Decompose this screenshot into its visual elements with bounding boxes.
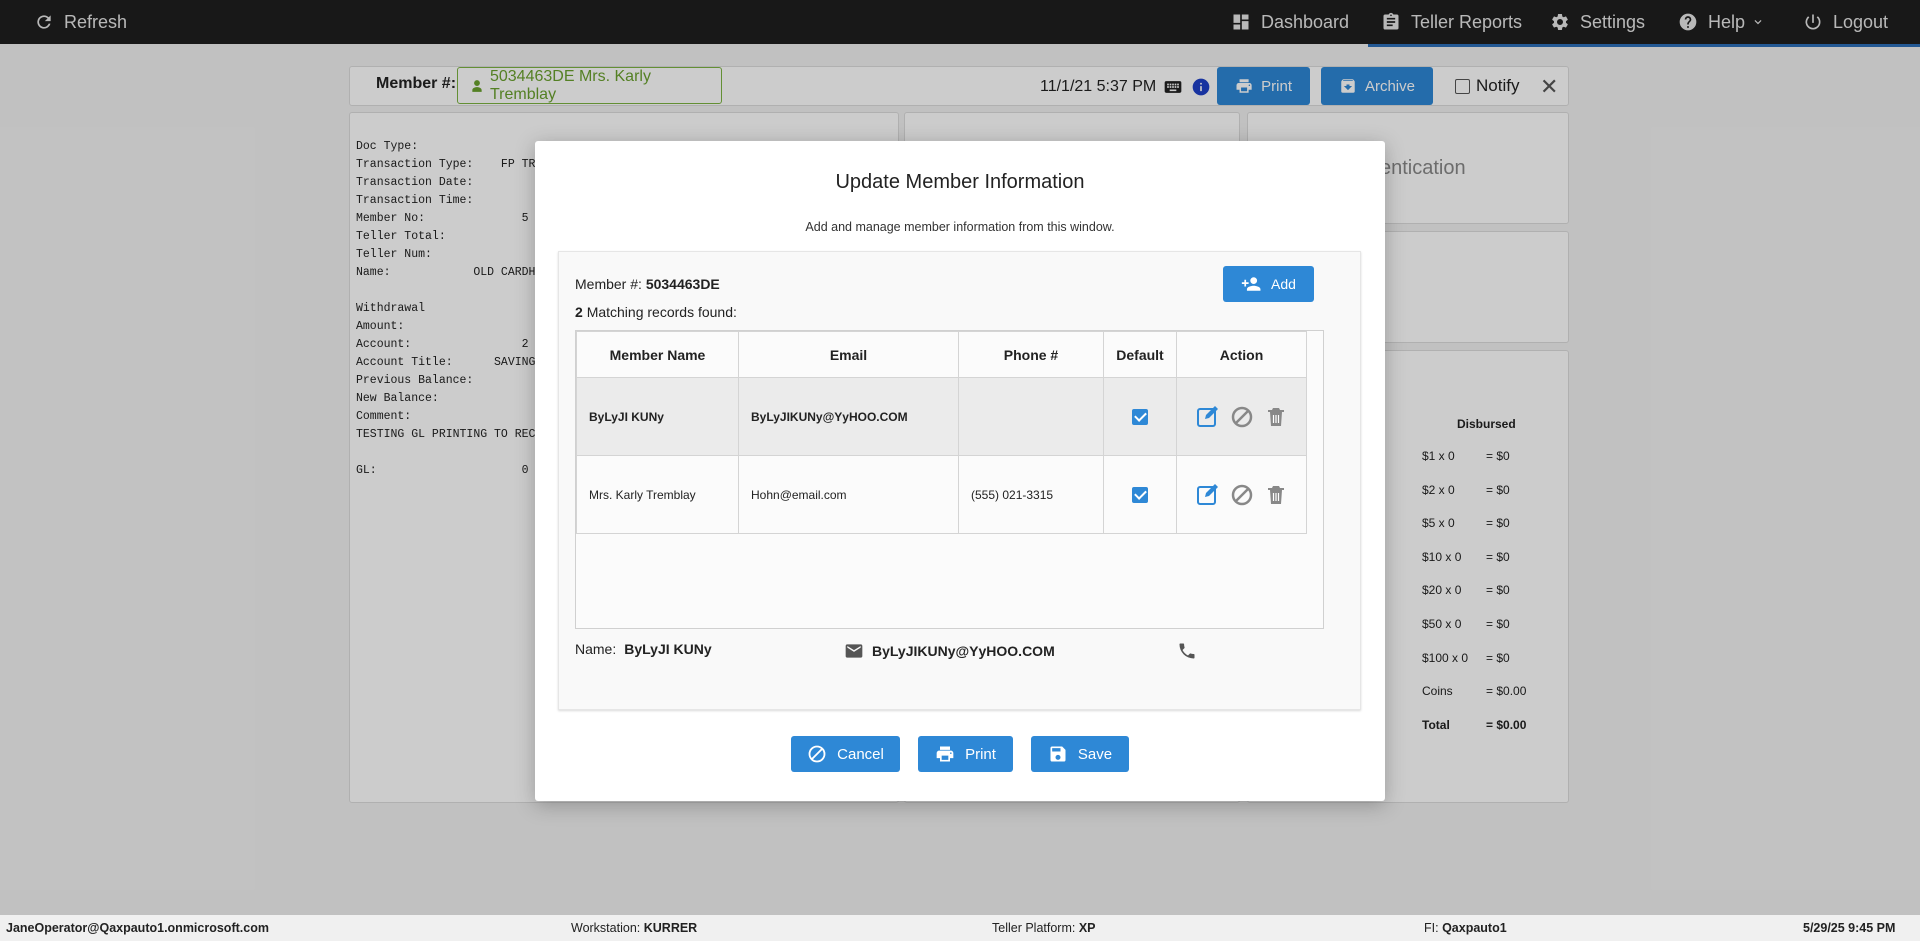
- member-records-table: Member Name Email Phone # Default Action…: [575, 330, 1324, 629]
- selected-email-value: ByLyJIKUNy@YyHOO.COM: [872, 643, 1055, 659]
- status-user-value: JaneOperator@Qaxpauto1.onmicrosoft.com: [6, 921, 269, 935]
- member-number-label: Member #:: [575, 276, 642, 292]
- match-label: Matching records found:: [586, 304, 737, 320]
- match-count: 2: [575, 304, 583, 320]
- dialog-subtitle: Add and manage member information from t…: [805, 220, 1115, 234]
- status-workstation-value: KURRER: [643, 921, 698, 935]
- add-label: Add: [1271, 276, 1296, 292]
- column-header-default[interactable]: Default: [1103, 331, 1177, 378]
- trash-icon[interactable]: [1263, 404, 1289, 430]
- column-header-email[interactable]: Email: [738, 331, 959, 378]
- member-name-cell: Mrs. Karly Tremblay: [576, 455, 739, 534]
- save-button[interactable]: Save: [1031, 736, 1129, 772]
- status-workstation: Workstation: KURRER: [571, 921, 697, 935]
- edit-icon[interactable]: [1195, 404, 1221, 430]
- selected-name-label: Name:: [575, 641, 617, 657]
- selected-phone: [1177, 641, 1197, 661]
- status-fi-label: FI:: [1424, 921, 1439, 935]
- selected-email: ByLyJIKUNy@YyHOO.COM: [844, 641, 1055, 661]
- default-cell: [1103, 455, 1177, 534]
- phone-icon: [1179, 643, 1195, 659]
- action-cell: [1176, 455, 1307, 534]
- status-user: JaneOperator@Qaxpauto1.onmicrosoft.com: [6, 921, 269, 935]
- selected-name: Name: ByLyJI KUNy: [575, 641, 712, 657]
- save-icon: [1050, 746, 1066, 762]
- cancel-icon: [808, 745, 826, 763]
- dialog-title: Update Member Information: [835, 171, 1085, 193]
- phone-cell: (555) 021-3315: [958, 455, 1104, 534]
- disable-icon[interactable]: [1229, 404, 1255, 430]
- action-cell: [1176, 377, 1307, 456]
- edit-icon[interactable]: [1195, 482, 1221, 508]
- status-datetime-value: 5/29/25 9:45 PM: [1803, 921, 1896, 935]
- default-checkbox[interactable]: [1132, 408, 1148, 425]
- table-row[interactable]: ByLyJI KUNy ByLyJIKUNy@YyHOO.COM: [576, 377, 1307, 456]
- email-cell: ByLyJIKUNy@YyHOO.COM: [738, 377, 959, 456]
- cancel-label: Cancel: [837, 745, 884, 763]
- column-header-member-name[interactable]: Member Name: [576, 331, 739, 378]
- matching-records-text: 2 Matching records found:: [575, 304, 737, 320]
- status-platform: Teller Platform: XP: [992, 921, 1096, 935]
- status-platform-value: XP: [1078, 921, 1096, 935]
- member-name-cell: ByLyJI KUNy: [576, 377, 739, 456]
- printer-icon: [936, 746, 954, 762]
- member-number-row: Member #: 5034463DE: [575, 276, 720, 292]
- cancel-button[interactable]: Cancel: [791, 736, 900, 772]
- status-datetime: 5/29/25 9:45 PM: [1803, 921, 1895, 935]
- add-member-button[interactable]: Add: [1223, 266, 1314, 302]
- print-label: Print: [965, 745, 996, 763]
- save-label: Save: [1077, 745, 1113, 763]
- column-header-phone[interactable]: Phone #: [958, 331, 1104, 378]
- status-fi-value: Qaxpauto1: [1442, 921, 1507, 935]
- table-header-row: Member Name Email Phone # Default Action: [576, 331, 1307, 378]
- member-info-card: Member #: 5034463DE 2 Matching records f…: [558, 251, 1361, 710]
- table-row[interactable]: Mrs. Karly Tremblay Hohn@email.com (555)…: [576, 455, 1307, 534]
- trash-icon[interactable]: [1263, 482, 1289, 508]
- selected-name-value: ByLyJI KUNy: [624, 641, 712, 657]
- status-workstation-label: Workstation:: [571, 921, 641, 935]
- column-header-action: Action: [1176, 331, 1307, 378]
- status-fi: FI: Qaxpauto1: [1424, 921, 1507, 935]
- status-platform-label: Teller Platform:: [992, 921, 1076, 935]
- envelope-icon: [845, 644, 863, 658]
- email-cell: Hohn@email.com: [738, 455, 959, 534]
- default-cell: [1103, 377, 1177, 456]
- update-member-dialog: Update Member Information Add and manage…: [535, 141, 1385, 801]
- disable-icon[interactable]: [1229, 482, 1255, 508]
- print-button[interactable]: Print: [918, 736, 1013, 772]
- add-person-icon: [1241, 277, 1261, 291]
- default-checkbox[interactable]: [1132, 486, 1148, 503]
- status-bar: JaneOperator@Qaxpauto1.onmicrosoft.com W…: [0, 915, 1920, 941]
- member-number-value: 5034463DE: [645, 276, 720, 292]
- phone-cell: [958, 377, 1104, 456]
